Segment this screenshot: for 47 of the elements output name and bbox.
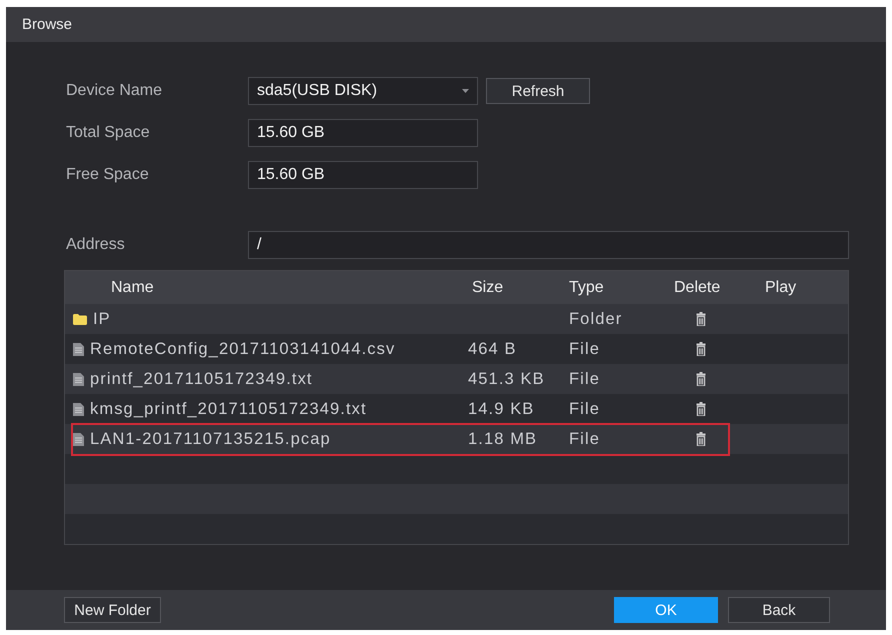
- file-type: File: [569, 400, 600, 418]
- column-header[interactable]: Name: [111, 278, 154, 296]
- file-name: kmsg_printf_20171105172349.txt: [90, 400, 367, 418]
- text-field[interactable]: 15.60 GB: [248, 119, 478, 147]
- address-field[interactable]: /: [248, 231, 849, 259]
- file-name: LAN1-20171107135215.pcap: [90, 430, 331, 448]
- window-title: Browse: [6, 7, 886, 42]
- field-label: Total Space: [65, 124, 151, 142]
- column-header[interactable]: Delete: [674, 278, 720, 296]
- file-size: 464 B: [468, 340, 517, 358]
- file-row[interactable]: IP Folder: [65, 304, 848, 334]
- refresh-button[interactable]: Refresh: [486, 78, 590, 104]
- file-name: printf_20171105172349.txt: [90, 370, 313, 388]
- trash-icon[interactable]: [696, 312, 706, 326]
- field-label: Address: [65, 236, 126, 254]
- file-row[interactable]: RemoteConfig_20171103141044.csv 464 B File: [65, 334, 848, 364]
- caret-icon: [462, 89, 469, 93]
- device-dropdown[interactable]: sda5(USB DISK): [248, 77, 478, 105]
- file-type: File: [569, 430, 600, 448]
- footer-button[interactable]: New Folder: [64, 597, 161, 623]
- file-name: RemoteConfig_20171103141044.csv: [90, 340, 396, 358]
- trash-icon[interactable]: [696, 432, 706, 446]
- column-header[interactable]: Size: [472, 278, 504, 296]
- file-icon: [73, 372, 84, 386]
- file-row[interactable]: LAN1-20171107135215.pcap 1.18 MB File: [65, 424, 848, 454]
- file-type: Folder: [569, 310, 622, 328]
- column-header[interactable]: Play: [765, 278, 796, 296]
- file-icon: [73, 342, 84, 356]
- file-row[interactable]: printf_20171105172349.txt 451.3 KB File: [65, 364, 848, 394]
- file-icon: [73, 432, 84, 446]
- trash-icon[interactable]: [696, 372, 706, 386]
- column-header[interactable]: Type: [569, 278, 604, 296]
- field-label: Free Space: [65, 166, 150, 184]
- file-type: File: [569, 370, 600, 388]
- file-size: 451.3 KB: [468, 370, 545, 388]
- file-size: 1.18 MB: [468, 430, 538, 448]
- file-size: 14.9 KB: [468, 400, 534, 418]
- text-field[interactable]: 15.60 GB: [248, 161, 478, 189]
- folder-icon: [73, 314, 87, 324]
- trash-icon[interactable]: [696, 342, 706, 356]
- footer-button[interactable]: Back: [728, 597, 830, 623]
- file-row[interactable]: kmsg_printf_20171105172349.txt 14.9 KB File: [65, 394, 848, 424]
- file-icon: [73, 402, 84, 416]
- field-label: Device Name: [65, 82, 164, 100]
- file-type: File: [569, 340, 600, 358]
- file-name: IP: [93, 310, 111, 328]
- trash-icon[interactable]: [696, 402, 706, 416]
